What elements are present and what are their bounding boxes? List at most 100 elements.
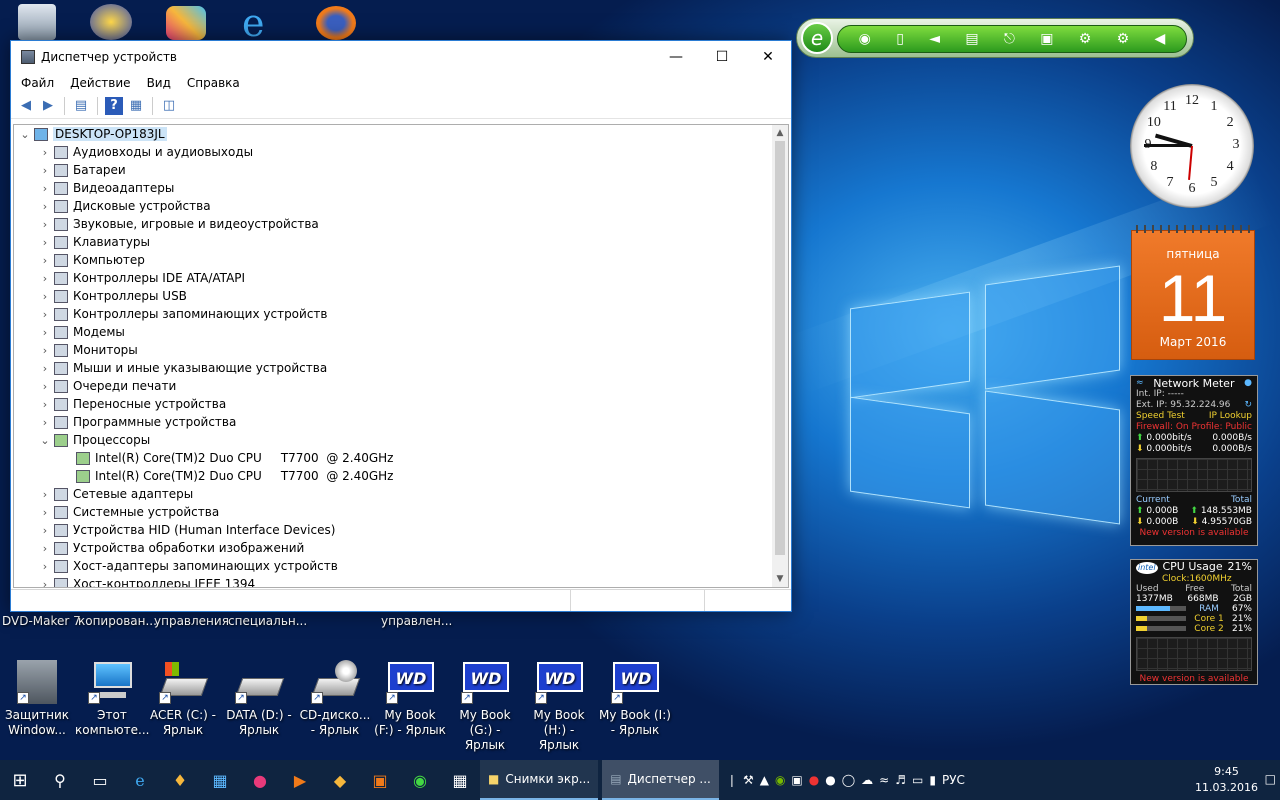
antenna-icon[interactable]: ❘ <box>727 773 737 787</box>
desktop-label[interactable]: управлен... <box>381 614 452 628</box>
close-button[interactable]: ✕ <box>745 41 791 73</box>
tree-category[interactable]: › Клавиатуры <box>14 233 774 251</box>
task-view-icon[interactable]: ▭ <box>80 760 120 800</box>
tree-category[interactable]: › Модемы <box>14 323 774 341</box>
speed-test-link[interactable]: Speed Test <box>1136 411 1185 422</box>
tree-category[interactable]: › Хост-адаптеры запоминающих устройств <box>14 557 774 575</box>
firefox-icon[interactable] <box>316 6 356 40</box>
tree-root[interactable]: ⌄ DESKTOP-OP183JL <box>14 125 774 143</box>
minimize-button[interactable]: — <box>653 41 699 73</box>
desktop-icon[interactable]: WD ↗ My Book (I:) - Ярлык <box>598 660 672 738</box>
tree-category[interactable]: › Системные устройства <box>14 503 774 521</box>
lock-icon[interactable]: ▣ <box>1040 31 1053 47</box>
app-icon[interactable]: ◆ <box>320 760 360 800</box>
chevron-right-icon[interactable]: › <box>38 524 52 537</box>
menu-help[interactable]: Справка <box>179 76 248 90</box>
power-icon[interactable]: ▮ <box>929 773 936 787</box>
app-icon[interactable]: ▣ <box>360 760 400 800</box>
back-arrow-icon[interactable]: ◀ <box>17 97 35 115</box>
chevron-right-icon[interactable]: › <box>38 578 52 588</box>
media-player-icon[interactable]: ▶ <box>280 760 320 800</box>
app-tray-icon[interactable]: ▣ <box>791 773 802 787</box>
desktop-icon[interactable]: ↗ ACER (C:) - Ярлык <box>146 660 220 738</box>
tree-category[interactable]: › Видеоадаптеры <box>14 179 774 197</box>
tree-category[interactable]: › Дисковые устройства <box>14 197 774 215</box>
chevron-right-icon[interactable]: › <box>38 200 52 213</box>
edge-icon[interactable]: e <box>120 760 160 800</box>
tree-category[interactable]: › Хост-контроллеры IEEE 1394 <box>14 575 774 588</box>
vertical-scrollbar[interactable]: ▲ ▼ <box>772 125 788 587</box>
chevron-right-icon[interactable]: › <box>38 164 52 177</box>
search-icon[interactable]: ⚲ <box>40 760 80 800</box>
tree-category[interactable]: › Устройства обработки изображений <box>14 539 774 557</box>
tree-category[interactable]: › Сетевые адаптеры <box>14 485 774 503</box>
desktop-label[interactable]: специальн... <box>228 614 307 628</box>
notifications-icon[interactable]: □ <box>1265 772 1276 786</box>
chevron-right-icon[interactable]: › <box>38 326 52 339</box>
chevron-right-icon[interactable]: › <box>38 416 52 429</box>
speaker-icon[interactable]: ◄ <box>929 31 940 47</box>
volume-icon[interactable]: ♬ <box>895 773 906 787</box>
chevron-right-icon[interactable]: › <box>38 362 52 375</box>
help-icon[interactable]: ? <box>105 96 123 115</box>
tree-category[interactable]: › Контроллеры USB <box>14 287 774 305</box>
maximize-button[interactable]: ☐ <box>699 41 745 73</box>
lang-indicator[interactable]: РУС <box>942 773 965 787</box>
desktop-icon[interactable]: WD ↗ My Book (F:) - Ярлык <box>373 660 447 738</box>
tree-category[interactable]: › Аудиовходы и аудиовыходы <box>14 143 774 161</box>
chevron-down-icon[interactable]: ⌄ <box>38 434 52 447</box>
nvidia-icon[interactable]: ◉ <box>775 773 785 787</box>
tree-device[interactable]: Intel(R) Core(TM)2 Duo CPU T7700 @ 2.40G… <box>14 449 774 467</box>
app-icon[interactable]: ♦ <box>160 760 200 800</box>
chevron-right-icon[interactable]: › <box>38 398 52 411</box>
chevron-down-icon[interactable]: ⌄ <box>18 128 32 141</box>
chevron-right-icon[interactable]: › <box>38 146 52 159</box>
tree-category[interactable]: › Звуковые, игровые и видеоустройства <box>14 215 774 233</box>
chevron-right-icon[interactable]: › <box>38 218 52 231</box>
tree-category[interactable]: › Мониторы <box>14 341 774 359</box>
recycle-bin-icon[interactable] <box>18 4 56 40</box>
tree-device[interactable]: Intel(R) Core(TM)2 Duo CPU T7700 @ 2.40G… <box>14 467 774 485</box>
monitor-scan-icon[interactable]: ◫ <box>160 97 178 115</box>
monitor-tray-icon[interactable]: ▭ <box>912 773 923 787</box>
desktop-label[interactable]: DVD-Maker 7 <box>2 614 81 628</box>
chevron-right-icon[interactable]: › <box>38 488 52 501</box>
menu-view[interactable]: Вид <box>139 76 179 90</box>
chevron-right-icon[interactable]: › <box>38 344 52 357</box>
chevron-right-icon[interactable]: › <box>38 380 52 393</box>
tree-category[interactable]: › Батареи <box>14 161 774 179</box>
refresh-icon[interactable]: ↻ <box>1244 400 1252 411</box>
device-tree[interactable]: ⌄ DESKTOP-OP183JL › Аудиовходы и аудиовых… <box>13 124 789 588</box>
device-manager-window[interactable]: Диспетчер устройств — ☐ ✕ Файл Действие … <box>10 40 792 612</box>
properties-icon[interactable]: ▤ <box>72 97 90 115</box>
tree-category[interactable]: › Очереди печати <box>14 377 774 395</box>
tree-category[interactable]: ⌄ Процессоры <box>14 431 774 449</box>
app-tray-icon[interactable]: ● <box>825 773 835 787</box>
chevron-right-icon[interactable]: › <box>38 542 52 555</box>
gear-icon[interactable]: ⚙ <box>1117 31 1130 47</box>
menu-action[interactable]: Действие <box>62 76 138 90</box>
tree-category[interactable]: › Контроллеры IDE ATA/ATAPI <box>14 269 774 287</box>
taskbar-window-device-manager[interactable]: ▤ Диспетчер ... <box>602 760 719 800</box>
chevron-right-icon[interactable]: › <box>38 506 52 519</box>
tree-category[interactable]: › Контроллеры запоминающих устройств <box>14 305 774 323</box>
desktop-icon[interactable]: ↗ Этот компьюте... <box>75 660 149 738</box>
tree-category[interactable]: › Переносные устройства <box>14 395 774 413</box>
gadget-toolbar[interactable]: e ◉ ▯ ◄ ▤ ⎋ ▣ ⚙ ⚙ ◀ <box>796 18 1194 58</box>
store-icon[interactable]: ▦ <box>440 760 480 800</box>
taskbar-window-screenshots[interactable]: ■ Снимки экр... <box>480 760 599 800</box>
app-icon[interactable]: ● <box>240 760 280 800</box>
tree-category[interactable]: › Устройства HID (Human Interface Devices… <box>14 521 774 539</box>
network-icon[interactable]: ≈ <box>879 773 889 787</box>
globe-icon[interactable]: ◉ <box>859 31 871 47</box>
internet-explorer-icon[interactable]: e <box>242 4 282 42</box>
cloud-icon[interactable]: ☁ <box>861 773 873 787</box>
menu-file[interactable]: Файл <box>13 76 62 90</box>
scroll-thumb[interactable] <box>775 141 785 555</box>
update-notice[interactable]: New version is available <box>1136 528 1252 539</box>
radio-icon[interactable]: ▤ <box>965 31 978 47</box>
update-notice[interactable]: New version is available <box>1136 674 1252 684</box>
desktop-icon[interactable]: WD ↗ My Book (G:) - Ярлык <box>448 660 522 753</box>
desktop-icon[interactable]: ↗ DATA (D:) - Ярлык <box>222 660 296 738</box>
tree-category[interactable]: › Компьютер <box>14 251 774 269</box>
